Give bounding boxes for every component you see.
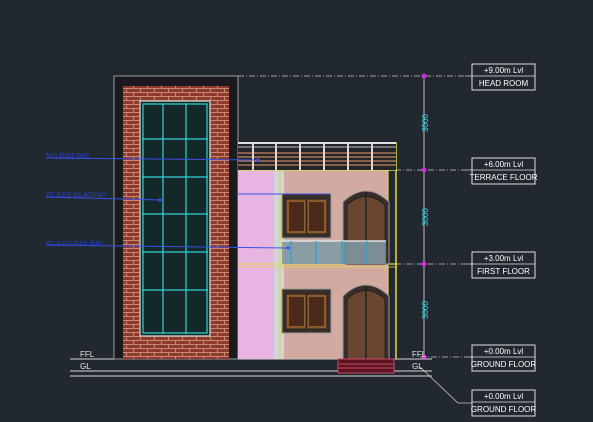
glass-glazing-panel (139, 100, 211, 337)
gl-label-right: GL (412, 362, 423, 371)
level-tag-ground-floor-ffl: +0.00m Lvl GROUND FLOOR (471, 344, 537, 372)
level-name: TERRACE FLOOR (469, 173, 537, 182)
level-tag-terrace-floor: +6.00m Lvl TERRACE FLOOR (469, 157, 538, 185)
level-tag-first-floor: +3.00m Lvl FIRST FLOOR (471, 251, 536, 279)
level-tag-head-room: +9.00m Lvl HEAD ROOM (471, 63, 536, 91)
callout-glass-railing: GLASS RAILING (46, 239, 103, 248)
cad-elevation-drawing: MS RAILING GLASS GLAZING GLASS RAILING 3… (45, 63, 538, 417)
first-floor-window (281, 193, 332, 239)
level-name: FIRST FLOOR (477, 267, 530, 276)
level-value: +0.00m Lvl (484, 347, 524, 356)
level-value: +3.00m Lvl (484, 254, 524, 263)
dimension-text-middle: 3000 (421, 208, 430, 226)
callout-ms-railing: MS RAILING (46, 151, 90, 160)
level-name: GROUND FLOOR (471, 405, 537, 414)
level-value: +6.00m Lvl (484, 160, 524, 169)
dimension-text-upper: 3000 (421, 114, 430, 132)
level-value: +9.00m Lvl (484, 66, 524, 75)
dimension-text-lower: 3000 (421, 301, 430, 319)
stair-tower (113, 75, 239, 360)
level-name: GROUND FLOOR (471, 360, 537, 369)
level-name: HEAD ROOM (479, 79, 529, 88)
ground-floor-arched-door (342, 284, 390, 360)
callout-glass-glazing: GLASS GLAZING (46, 190, 106, 199)
ground-floor-window (281, 288, 332, 334)
gl-label-left: GL (80, 362, 91, 371)
ffl-label-right: FFL (412, 350, 427, 359)
level-tag-ground-floor-gl: +0.00m Lvl GROUND FLOOR (471, 389, 537, 417)
entry-steps (337, 358, 395, 374)
level-value: +0.00m Lvl (484, 392, 524, 401)
ms-railing (238, 142, 396, 170)
ffl-label-left: FFL (80, 350, 95, 359)
glass-railing (282, 240, 386, 264)
